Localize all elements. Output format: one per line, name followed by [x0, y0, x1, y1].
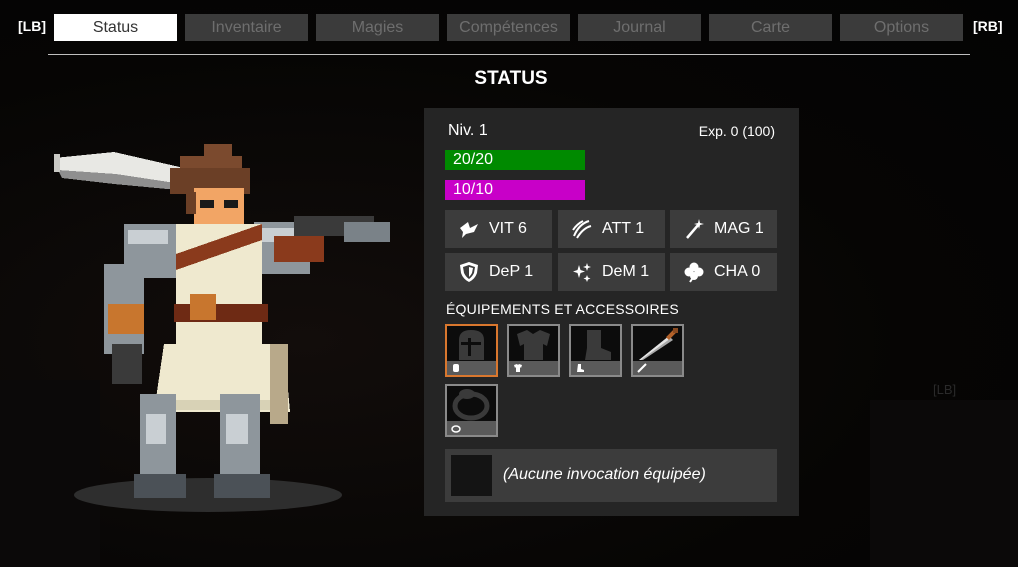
helmet-icon	[459, 330, 484, 360]
stat-label: ATT 1	[602, 220, 645, 237]
header-divider	[48, 54, 970, 55]
armor-icon	[517, 330, 550, 360]
hp-bar: 20/20	[445, 150, 585, 170]
slot-type-strip	[509, 361, 558, 375]
equip-slot-helmet[interactable]	[445, 324, 498, 377]
menu-tabs: Status Inventaire Magies Compétences Jou…	[54, 14, 963, 41]
stat-label: MAG 1	[714, 220, 764, 237]
stat-vit[interactable]: VIT 6	[445, 210, 552, 248]
ring-icon	[452, 389, 490, 421]
equip-slot-accessory[interactable]	[445, 384, 498, 437]
claw-slash-icon	[570, 217, 594, 241]
tab-status[interactable]: Status	[54, 14, 177, 41]
stat-cha[interactable]: CHA 0	[670, 253, 777, 291]
stat-dem[interactable]: DeM 1	[558, 253, 665, 291]
boot-icon	[585, 330, 611, 360]
tab-journal[interactable]: Journal	[578, 14, 701, 41]
stat-label: VIT 6	[489, 220, 527, 237]
stat-dep[interactable]: DeP 1	[445, 253, 552, 291]
tab-options[interactable]: Options	[840, 14, 963, 41]
hero-sprite	[54, 144, 390, 498]
equipment-heading: ÉQUIPEMENTS ET ACCESSOIRES	[446, 301, 679, 317]
slot-type-strip	[447, 421, 496, 435]
stat-label: DeM 1	[602, 263, 650, 280]
left-bumper-hint[interactable]: [LB]	[18, 18, 46, 34]
dove-icon	[457, 217, 481, 241]
level-label: Niv. 1	[448, 122, 488, 139]
summon-label: (Aucune invocation équipée)	[503, 466, 706, 483]
slot-type-strip	[571, 361, 620, 375]
stat-att[interactable]: ATT 1	[558, 210, 665, 248]
slot-type-strip	[633, 361, 682, 375]
stat-label: CHA 0	[714, 263, 761, 280]
status-panel: Niv. 1 Exp. 0 (100) 20/20 10/10 VIT 6 AT…	[424, 108, 799, 516]
equip-slot-boots[interactable]	[569, 324, 622, 377]
slot-type-strip	[447, 361, 496, 375]
tab-magies[interactable]: Magies	[316, 14, 439, 41]
stat-label: DeP 1	[489, 263, 534, 280]
tab-competences[interactable]: Compétences	[447, 14, 570, 41]
clover-icon	[682, 260, 706, 284]
equip-slot-weapon[interactable]	[631, 324, 684, 377]
right-bumper-hint[interactable]: [RB]	[973, 18, 1003, 34]
page-title: STATUS	[474, 68, 548, 89]
dagger-icon	[639, 328, 678, 360]
shield-icon	[457, 260, 481, 284]
background-wall-right	[870, 400, 1018, 567]
tab-inventaire[interactable]: Inventaire	[185, 14, 308, 41]
mp-bar: 10/10	[445, 180, 585, 200]
exp-label: Exp. 0 (100)	[698, 123, 775, 139]
wand-icon	[682, 217, 706, 241]
equip-slot-armor[interactable]	[507, 324, 560, 377]
summon-slot[interactable]: (Aucune invocation équipée)	[445, 449, 777, 502]
stat-mag[interactable]: MAG 1	[670, 210, 777, 248]
background-lb-hint: [LB]	[933, 382, 957, 397]
tab-carte[interactable]: Carte	[709, 14, 832, 41]
sparkles-icon	[570, 260, 594, 284]
summon-icon-box	[451, 455, 492, 496]
